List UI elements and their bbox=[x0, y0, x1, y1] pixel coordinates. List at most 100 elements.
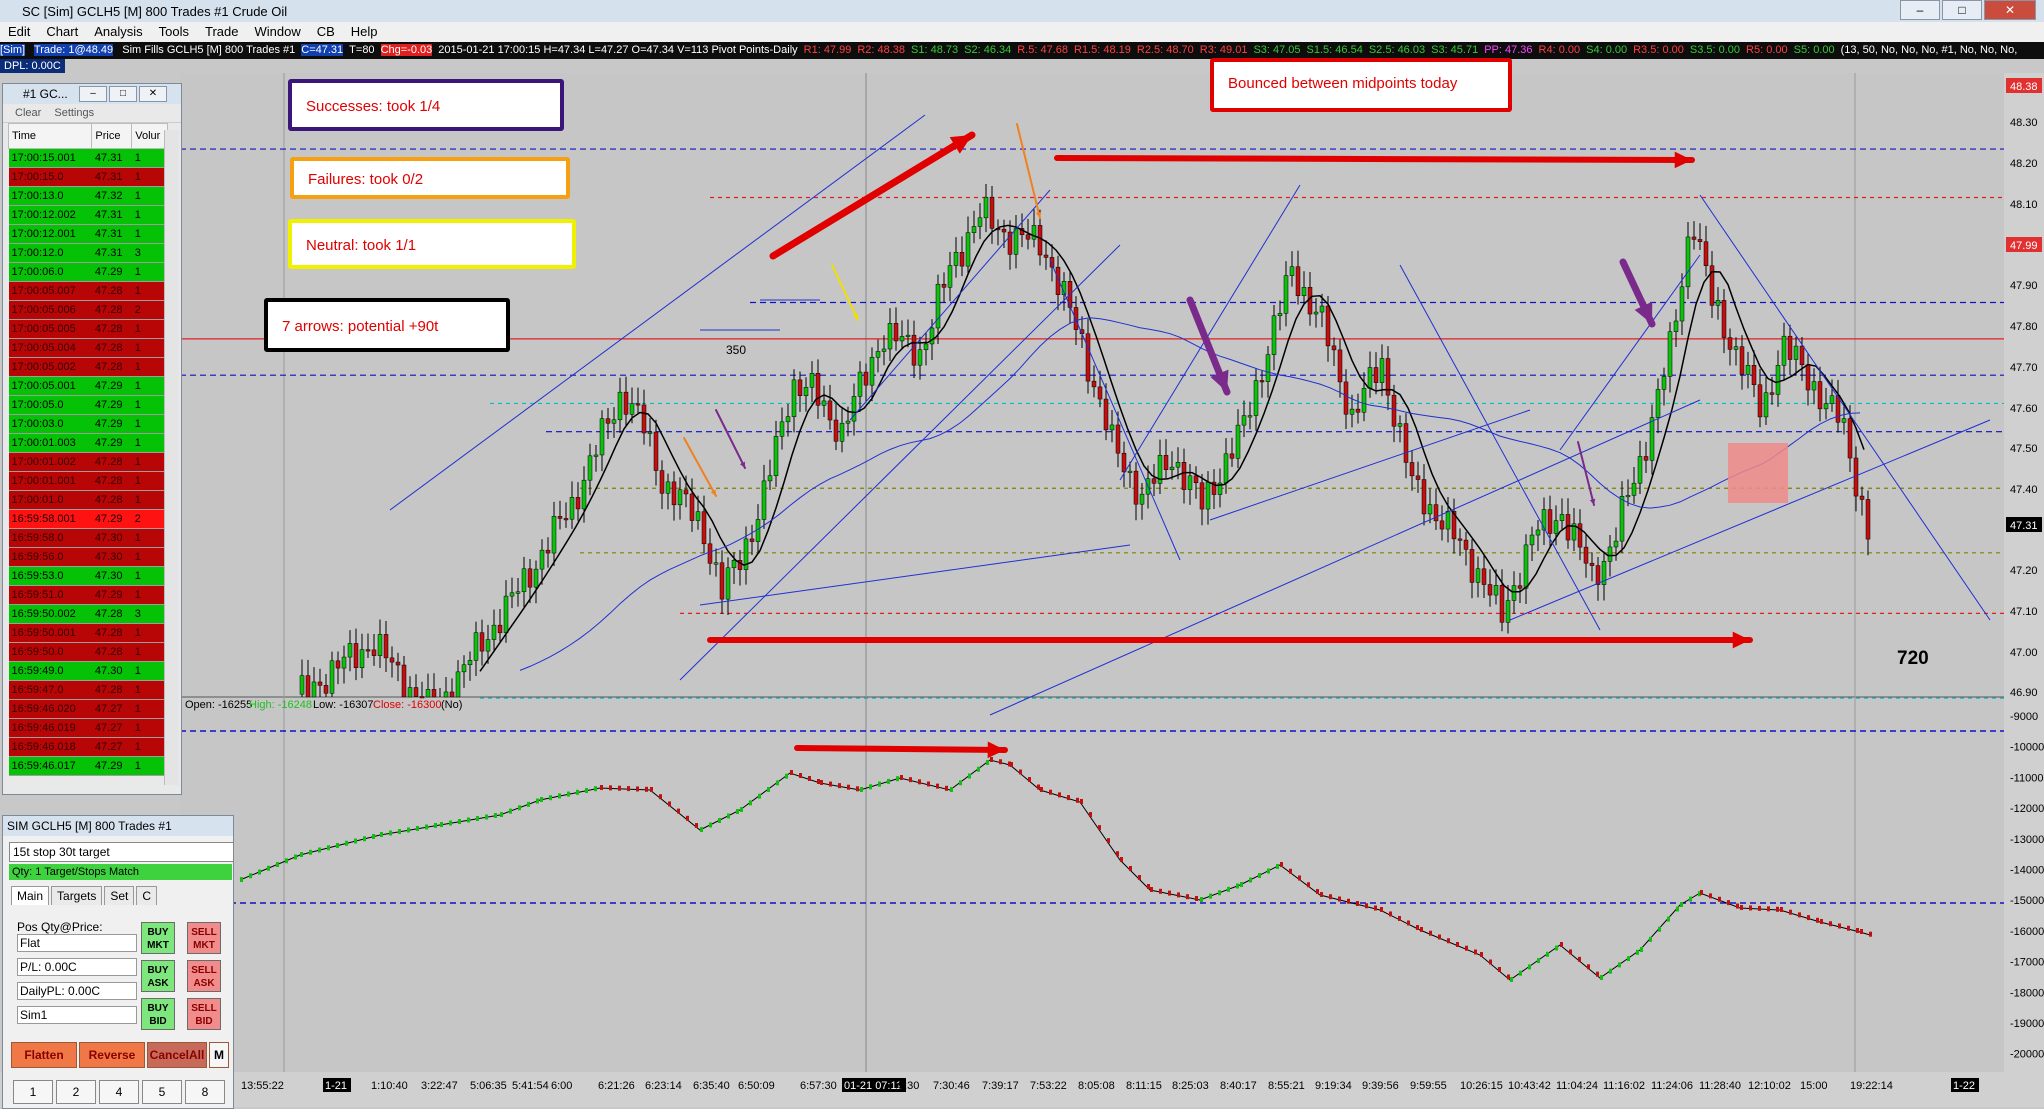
menu-cb[interactable]: CB bbox=[309, 22, 343, 42]
menu-tools[interactable]: Tools bbox=[151, 22, 197, 42]
minimize-icon[interactable]: – bbox=[79, 86, 107, 102]
delta-bar bbox=[1147, 884, 1150, 889]
chart-header-item: S2: 46.34 bbox=[964, 44, 1012, 56]
candle bbox=[1847, 418, 1853, 459]
delta-bar bbox=[918, 779, 921, 785]
clear-button[interactable]: Clear bbox=[15, 107, 41, 119]
col-price[interactable]: Price bbox=[91, 123, 133, 149]
delta-bar bbox=[1240, 882, 1243, 887]
indicator-axis-label: -12000 bbox=[2010, 803, 2044, 815]
candle bbox=[1133, 470, 1139, 505]
tab-set[interactable]: Set bbox=[104, 886, 135, 905]
time-axis-label: 5:06:35 bbox=[470, 1080, 507, 1092]
cell-v: 2 bbox=[131, 509, 168, 529]
buy-ask-button[interactable]: BUY ASK bbox=[141, 960, 175, 992]
candle bbox=[1559, 514, 1565, 521]
sell-mkt-button[interactable]: SELL MKT bbox=[187, 922, 221, 954]
menu-edit[interactable]: Edit bbox=[0, 22, 38, 42]
reverse-button[interactable]: Reverse bbox=[79, 1042, 145, 1068]
m-button[interactable]: M bbox=[209, 1042, 229, 1068]
candle bbox=[1697, 239, 1703, 242]
candle bbox=[857, 371, 863, 397]
candle bbox=[1259, 380, 1265, 383]
delta-bar bbox=[285, 858, 288, 864]
cell-t: 17:00:13.0 bbox=[8, 186, 92, 206]
price-axis bbox=[2004, 73, 2044, 1107]
menu-window[interactable]: Window bbox=[246, 22, 308, 42]
delta-bar bbox=[1569, 949, 1572, 955]
candle bbox=[809, 373, 815, 388]
candle bbox=[1103, 398, 1109, 431]
candle bbox=[1343, 381, 1349, 415]
delta-bar bbox=[1107, 838, 1110, 844]
table-row: 16:59:50.0 47.28 1 bbox=[8, 642, 168, 662]
menu-chart[interactable]: Chart bbox=[38, 22, 86, 42]
menu-trade[interactable]: Trade bbox=[197, 22, 246, 42]
restore-icon[interactable]: □ bbox=[109, 86, 137, 102]
close-icon[interactable]: ✕ bbox=[139, 86, 167, 102]
menu-analysis[interactable]: Analysis bbox=[86, 22, 150, 42]
candle bbox=[1715, 300, 1721, 306]
close-icon[interactable]: ✕ bbox=[1984, 0, 2036, 20]
qty-4-button[interactable]: 4 bbox=[99, 1080, 139, 1104]
delta-bar bbox=[434, 823, 437, 828]
delta-bar bbox=[440, 822, 443, 827]
delta-bar bbox=[509, 808, 512, 814]
sell-ask-button[interactable]: SELL ASK bbox=[187, 960, 221, 992]
delta-bar bbox=[838, 783, 841, 789]
cell-t: 16:59:50.001 bbox=[8, 623, 92, 643]
delta-bar bbox=[1320, 892, 1323, 897]
delta-bar bbox=[1609, 968, 1612, 974]
window-titlebar: SC [Sim] GCLH5 [M] 800 Trades #1 Crude O… bbox=[0, 0, 2044, 23]
buy-bid-button[interactable]: BUY BID bbox=[141, 998, 175, 1030]
candle bbox=[623, 391, 629, 415]
candle bbox=[419, 696, 425, 699]
label-720: 720 bbox=[1897, 648, 1929, 669]
cell-t: 17:00:12.001 bbox=[8, 224, 92, 244]
candle bbox=[1841, 418, 1847, 423]
candle bbox=[1085, 333, 1091, 382]
buy-mkt-button[interactable]: BUY MKT bbox=[141, 922, 175, 954]
candle bbox=[1481, 568, 1487, 585]
cell-p: 47.31 bbox=[91, 167, 132, 187]
cell-t: 16:59:58.001 bbox=[8, 509, 92, 529]
col-volume[interactable]: Volur bbox=[131, 123, 168, 149]
qty-5-button[interactable]: 5 bbox=[142, 1080, 182, 1104]
candle bbox=[587, 455, 593, 481]
sell-bid-button[interactable]: SELL BID bbox=[187, 998, 221, 1030]
col-time[interactable]: Time bbox=[7, 123, 93, 149]
flatten-button[interactable]: Flatten bbox=[11, 1042, 77, 1068]
candle bbox=[551, 516, 557, 554]
candle bbox=[923, 343, 929, 351]
delta-bar bbox=[1709, 893, 1712, 899]
cell-t: 17:00:05.001 bbox=[8, 376, 92, 396]
delta-bar bbox=[416, 826, 419, 831]
cell-p: 47.28 bbox=[91, 452, 132, 472]
qty-2-button[interactable]: 2 bbox=[56, 1080, 96, 1104]
cell-v: 1 bbox=[131, 547, 168, 567]
tab-main[interactable]: Main bbox=[11, 886, 50, 905]
candle bbox=[887, 323, 893, 350]
cell-p: 47.29 bbox=[91, 395, 132, 415]
strategy-select[interactable]: 15t stop 30t target bbox=[9, 842, 234, 862]
tab-targets[interactable]: Targets bbox=[51, 886, 103, 905]
candle bbox=[497, 624, 503, 634]
qty-8-button[interactable]: 8 bbox=[185, 1080, 225, 1104]
candle bbox=[401, 664, 407, 698]
table-row: 17:00:12.002 47.31 1 bbox=[8, 205, 168, 225]
table-row: 17:00:12.0 47.31 3 bbox=[8, 243, 168, 263]
qty-1-button[interactable]: 1 bbox=[13, 1080, 53, 1104]
minimize-icon[interactable]: – bbox=[1900, 0, 1940, 20]
ts-scrollbar[interactable] bbox=[164, 130, 179, 785]
cell-v: 1 bbox=[131, 357, 168, 377]
settings-button[interactable]: Settings bbox=[54, 107, 94, 119]
cancel-all-button[interactable]: CancelAll bbox=[147, 1042, 207, 1068]
account-select[interactable]: Sim1 bbox=[17, 1006, 137, 1024]
menu-help[interactable]: Help bbox=[343, 22, 386, 42]
delta-bar bbox=[1028, 777, 1031, 782]
candle bbox=[971, 226, 977, 233]
maximize-icon[interactable]: □ bbox=[1942, 0, 1982, 20]
tab-c[interactable]: C bbox=[136, 886, 158, 905]
candle bbox=[695, 511, 701, 521]
cell-v: 1 bbox=[131, 699, 168, 719]
